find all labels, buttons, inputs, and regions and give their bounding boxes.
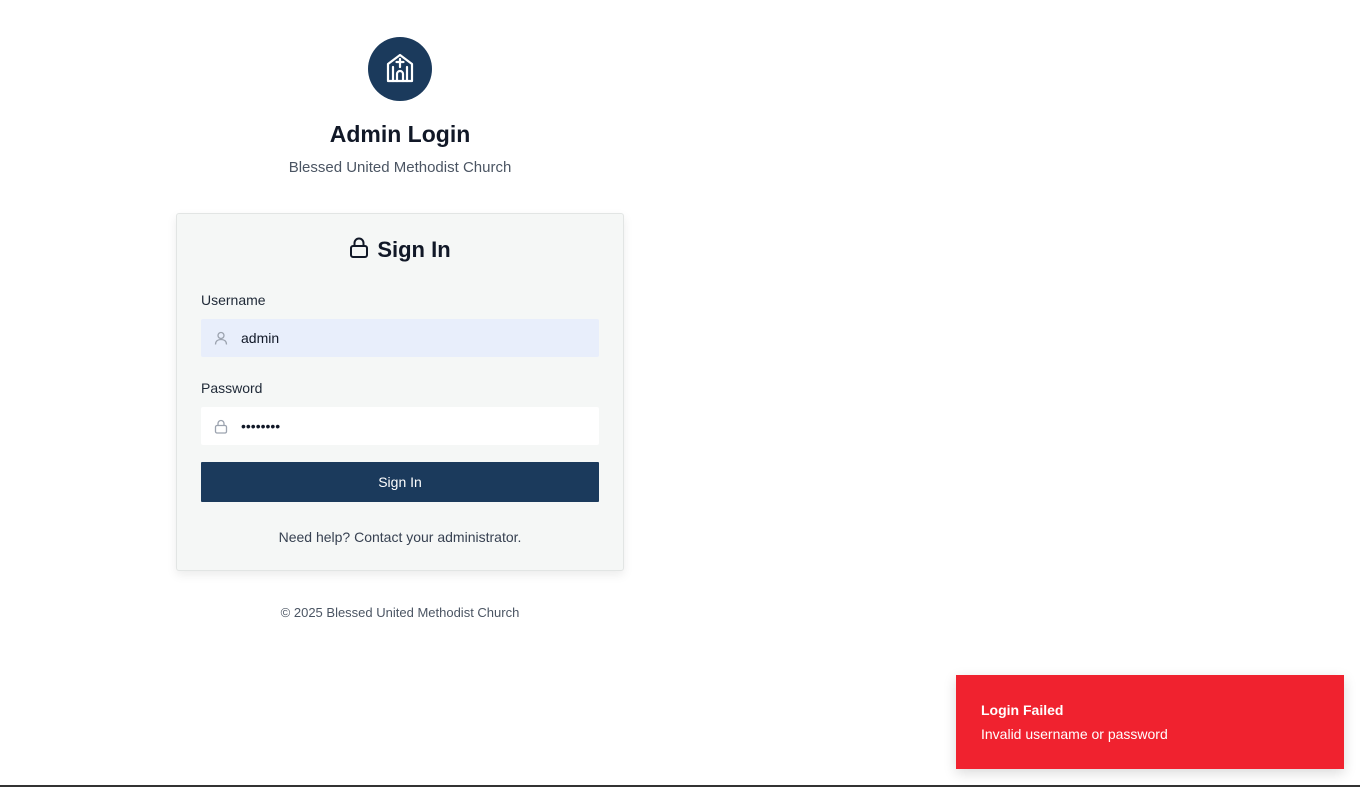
church-icon [383,50,417,89]
toast-title: Login Failed [981,702,1064,718]
username-field[interactable]: admin [201,319,599,357]
signin-button[interactable]: Sign In [201,462,599,502]
login-page: Admin Login Blessed United Methodist Chu… [0,0,1360,787]
password-value[interactable]: •••••••• [241,417,280,435]
username-value[interactable]: admin [241,329,279,347]
user-icon [201,331,241,345]
help-text: Need help? Contact your administrator. [278,529,522,545]
password-field[interactable]: •••••••• [201,407,599,445]
brand-header: Admin Login Blessed United Methodist Chu… [176,37,624,178]
signin-title: Sign In [377,237,451,262]
username-label: Username [201,292,266,308]
page-title: Admin Login [329,121,471,147]
signin-card: Sign In Username admin Password •••••••• [176,213,624,571]
error-toast[interactable]: Login Failed Invalid username or passwor… [956,675,1344,769]
church-logo [368,37,432,101]
signin-card-header: Sign In [177,236,623,264]
church-name: Blessed United Methodist Church [288,159,512,176]
lock-icon [201,419,241,434]
toast-message: Invalid username or password [981,726,1168,742]
footer-copyright: © 2025 Blessed United Methodist Church [280,605,520,620]
lock-icon [349,237,369,264]
password-label: Password [201,380,263,396]
